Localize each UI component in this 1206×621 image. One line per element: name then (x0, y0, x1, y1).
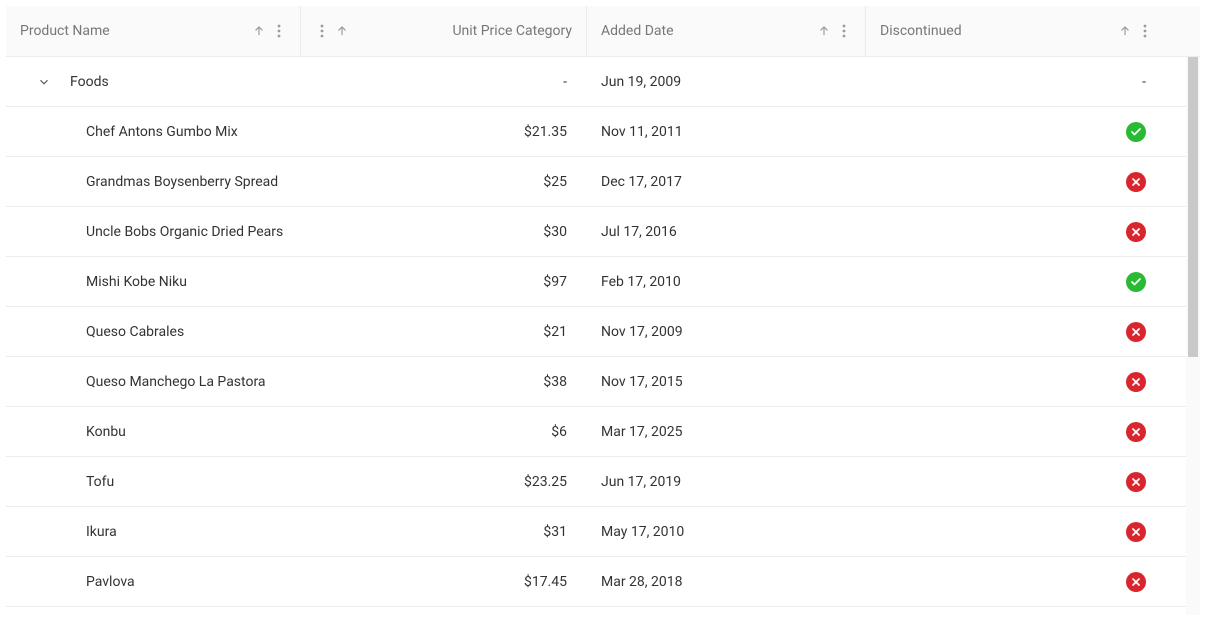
column-header-price[interactable]: Unit Price Category (301, 6, 587, 56)
added-date: Nov 11, 2011 (601, 124, 683, 140)
unit-price: $23.25 (524, 474, 567, 490)
cross-icon (1126, 572, 1146, 592)
unit-price: $6 (551, 424, 567, 440)
added-date: Mar 17, 2025 (601, 424, 683, 440)
added-date: Jul 17, 2016 (601, 224, 677, 240)
added-date: Dec 17, 2017 (601, 174, 682, 190)
table-row[interactable]: Mishi Kobe Niku $97 Feb 17, 2010 (6, 257, 1200, 307)
table-row[interactable]: Chef Antons Gumbo Mix $21.35 Nov 11, 2011 (6, 107, 1200, 157)
product-name: Pavlova (86, 574, 135, 590)
table-row[interactable]: Grandmas Boysenberry Spread $25 Dec 17, 20… (6, 157, 1200, 207)
added-date: Jun 17, 2019 (601, 474, 681, 490)
check-icon (1126, 272, 1146, 292)
column-menu-icon[interactable] (1138, 24, 1152, 38)
unit-price: $21 (543, 324, 567, 340)
sort-asc-icon[interactable] (335, 24, 349, 38)
product-name: Mishi Kobe Niku (86, 274, 187, 290)
group-label: Foods (70, 74, 109, 90)
column-header-discontinued[interactable]: Discontinued (866, 6, 1166, 56)
column-label: Discontinued (880, 23, 962, 39)
cross-icon (1126, 472, 1146, 492)
sort-asc-icon[interactable] (817, 24, 831, 38)
product-name: Uncle Bobs Organic Dried Pears (86, 224, 283, 240)
cross-icon (1126, 172, 1146, 192)
product-name: Queso Manchego La Pastora (86, 374, 266, 390)
product-name: Konbu (86, 424, 126, 440)
scrollbar-track[interactable] (1186, 57, 1200, 615)
product-name: Ikura (86, 524, 117, 540)
unit-price: $17.45 (524, 574, 567, 590)
grid-body: Foods - Jun 19, 2009 - Chef Antons Gumbo… (6, 57, 1200, 615)
scrollbar-thumb[interactable] (1188, 57, 1198, 357)
table-row[interactable]: Queso Cabrales $21 Nov 17, 2009 (6, 307, 1200, 357)
unit-price: $21.35 (524, 124, 567, 140)
group-price: - (563, 74, 567, 90)
cross-icon (1126, 222, 1146, 242)
data-grid: Product Name Unit Price Category (0, 0, 1206, 621)
column-header-product[interactable]: Product Name (6, 6, 301, 56)
group-row[interactable]: Foods - Jun 19, 2009 - (6, 57, 1200, 107)
column-label: Added Date (601, 23, 674, 39)
cross-icon (1126, 322, 1146, 342)
group-date: Jun 19, 2009 (601, 74, 681, 90)
added-date: May 17, 2010 (601, 524, 684, 540)
table-row[interactable]: Konbu $6 Mar 17, 2025 (6, 407, 1200, 457)
cross-icon (1126, 372, 1146, 392)
table-row[interactable]: Queso Manchego La Pastora $38 Nov 17, 2015 (6, 357, 1200, 407)
cross-icon (1126, 422, 1146, 442)
chevron-down-icon[interactable] (36, 74, 52, 90)
product-name: Grandmas Boysenberry Spread (86, 174, 278, 190)
unit-price: $25 (543, 174, 567, 190)
table-row[interactable]: Uncle Bobs Organic Dried Pears $30 Jul 17,… (6, 207, 1200, 257)
column-label: Unit Price Category (452, 23, 572, 39)
column-menu-icon[interactable] (272, 24, 286, 38)
group-discontinued: - (1142, 74, 1146, 90)
column-menu-icon[interactable] (315, 24, 329, 38)
column-menu-icon[interactable] (837, 24, 851, 38)
unit-price: $38 (543, 374, 567, 390)
column-header-date[interactable]: Added Date (587, 6, 866, 56)
product-name: Chef Antons Gumbo Mix (86, 124, 238, 140)
sort-asc-icon[interactable] (1118, 24, 1132, 38)
added-date: Nov 17, 2015 (601, 374, 683, 390)
check-icon (1126, 122, 1146, 142)
product-name: Queso Cabrales (86, 324, 184, 340)
added-date: Nov 17, 2009 (601, 324, 683, 340)
cross-icon (1126, 522, 1146, 542)
table-row[interactable]: Ikura $31 May 17, 2010 (6, 507, 1200, 557)
unit-price: $31 (543, 524, 567, 540)
product-name: Tofu (86, 474, 114, 490)
unit-price: $30 (543, 224, 567, 240)
table-row[interactable]: Pavlova $17.45 Mar 28, 2018 (6, 557, 1200, 607)
grid-header: Product Name Unit Price Category (6, 6, 1200, 57)
added-date: Mar 28, 2018 (601, 574, 683, 590)
added-date: Feb 17, 2010 (601, 274, 681, 290)
sort-asc-icon[interactable] (252, 24, 266, 38)
table-row[interactable]: Tofu $23.25 Jun 17, 2019 (6, 457, 1200, 507)
column-label: Product Name (20, 23, 110, 39)
unit-price: $97 (543, 274, 567, 290)
